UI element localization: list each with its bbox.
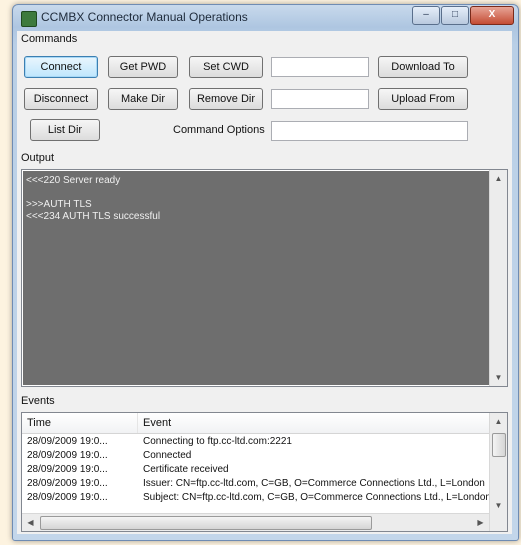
- event-time: 28/09/2009 19:0...: [27, 478, 108, 489]
- client-area: Commands Connect Get PWD Set CWD Downloa…: [17, 31, 512, 534]
- events-label: Events: [21, 395, 55, 407]
- event-text: Certificate received: [143, 464, 229, 475]
- connect-button[interactable]: Connect: [24, 56, 98, 78]
- event-row[interactable]: 28/09/2009 19:0... Certificate received: [22, 463, 489, 477]
- column-header-event[interactable]: Event: [138, 413, 491, 433]
- scroll-down-arrow-icon[interactable]: ▼: [490, 497, 507, 514]
- upload-from-button[interactable]: Upload From: [378, 88, 468, 110]
- app-icon: [21, 11, 37, 27]
- close-button[interactable]: X: [470, 6, 514, 25]
- scroll-left-arrow-icon[interactable]: ◀: [22, 514, 39, 531]
- output-text-area[interactable]: <<<220 Server ready >>>AUTH TLS <<<234 A…: [23, 171, 489, 385]
- output-scrollbar[interactable]: ▲ ▼: [489, 170, 507, 386]
- maximize-button[interactable]: □: [441, 6, 469, 25]
- event-text: Subject: CN=ftp.cc-ltd.com, C=GB, O=Comm…: [143, 492, 489, 503]
- app-window: CCMBX Connector Manual Operations – □ X …: [12, 4, 519, 541]
- column-header-time[interactable]: Time: [22, 413, 138, 433]
- set-cwd-input[interactable]: [271, 57, 369, 77]
- scroll-up-arrow-icon[interactable]: ▲: [490, 413, 507, 430]
- event-time: 28/09/2009 19:0...: [27, 464, 108, 475]
- event-row[interactable]: 28/09/2009 19:0... Subject: CN=ftp.cc-lt…: [22, 491, 489, 505]
- event-text: Connected: [143, 450, 192, 461]
- command-options-input[interactable]: [271, 121, 468, 141]
- title-bar[interactable]: CCMBX Connector Manual Operations – □ X: [13, 5, 518, 31]
- disconnect-button[interactable]: Disconnect: [24, 88, 98, 110]
- events-horizontal-scrollbar[interactable]: ◀ ▶: [22, 513, 489, 531]
- scroll-down-arrow-icon[interactable]: ▼: [490, 369, 507, 386]
- output-label: Output: [21, 152, 55, 164]
- output-line: >>>AUTH TLS: [26, 199, 92, 210]
- get-pwd-button[interactable]: Get PWD: [108, 56, 178, 78]
- window-title: CCMBX Connector Manual Operations: [41, 10, 248, 24]
- events-list[interactable]: Time Event 28/09/2009 19:0... Connecting…: [21, 412, 508, 532]
- scroll-up-arrow-icon[interactable]: ▲: [490, 170, 507, 187]
- remove-dir-button[interactable]: Remove Dir: [189, 88, 263, 110]
- event-time: 28/09/2009 19:0...: [27, 450, 108, 461]
- event-time: 28/09/2009 19:0...: [27, 436, 108, 447]
- event-text: Issuer: CN=ftp.cc-ltd.com, C=GB, O=Comme…: [143, 478, 485, 489]
- scroll-right-arrow-icon[interactable]: ▶: [472, 514, 489, 531]
- event-row[interactable]: 28/09/2009 19:0... Issuer: CN=ftp.cc-ltd…: [22, 477, 489, 491]
- events-header: Time Event: [22, 413, 491, 434]
- events-vertical-scrollbar[interactable]: ▲ ▼: [489, 413, 507, 531]
- output-panel[interactable]: <<<220 Server ready >>>AUTH TLS <<<234 A…: [21, 169, 508, 387]
- set-cwd-button[interactable]: Set CWD: [189, 56, 263, 78]
- output-line: <<<234 AUTH TLS successful: [26, 211, 161, 222]
- minimize-button[interactable]: –: [412, 6, 440, 25]
- download-to-button[interactable]: Download To: [378, 56, 468, 78]
- event-row[interactable]: 28/09/2009 19:0... Connected: [22, 449, 489, 463]
- commands-label: Commands: [21, 33, 78, 45]
- event-text: Connecting to ftp.cc-ltd.com:2221: [143, 436, 292, 447]
- output-line: <<<220 Server ready: [26, 175, 121, 186]
- event-time: 28/09/2009 19:0...: [27, 492, 108, 503]
- events-hscroll-thumb[interactable]: [40, 516, 372, 530]
- remove-dir-input[interactable]: [271, 89, 369, 109]
- command-options-label: Command Options: [173, 124, 265, 136]
- events-vscroll-thumb[interactable]: [492, 433, 506, 457]
- make-dir-button[interactable]: Make Dir: [108, 88, 178, 110]
- event-row[interactable]: 28/09/2009 19:0... Connecting to ftp.cc-…: [22, 435, 489, 449]
- list-dir-button[interactable]: List Dir: [30, 119, 100, 141]
